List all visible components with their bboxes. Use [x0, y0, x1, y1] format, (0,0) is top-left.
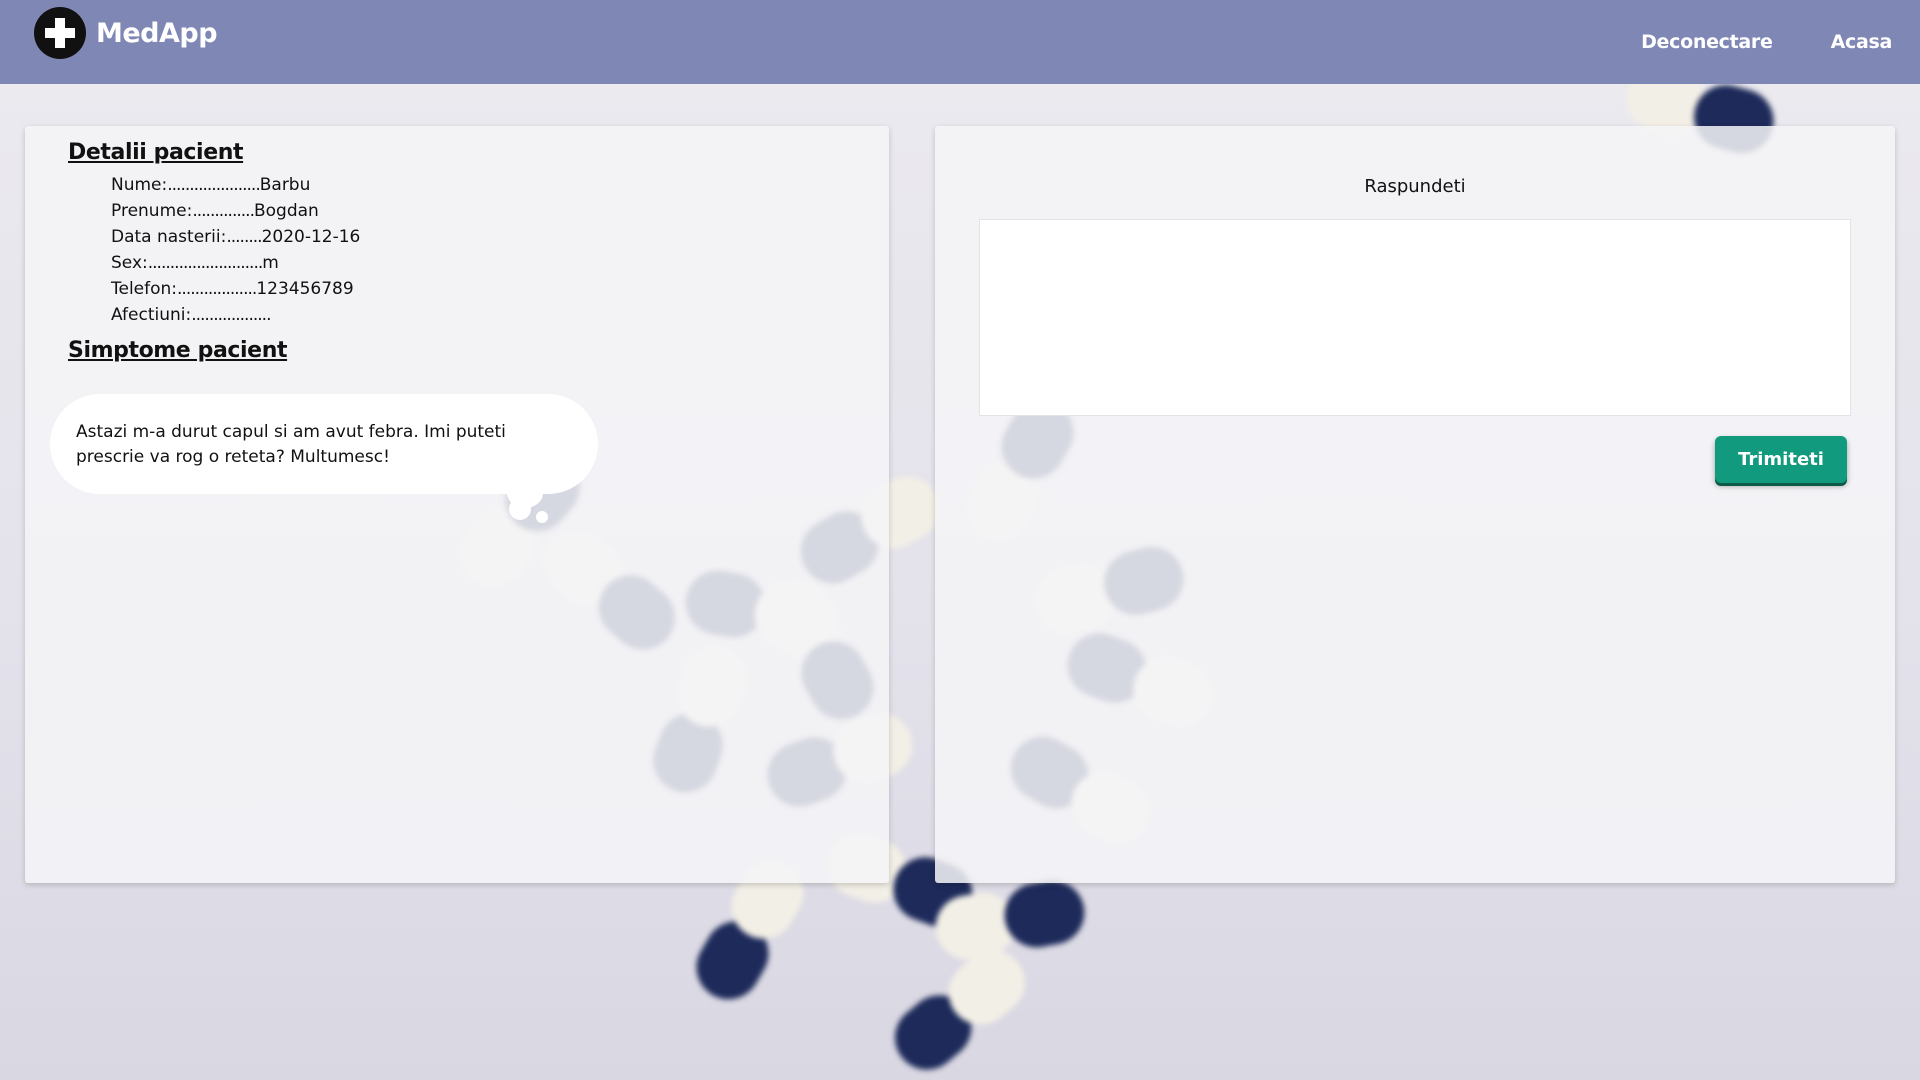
logout-link[interactable]: Deconectare [1641, 31, 1773, 53]
reply-textarea[interactable] [979, 219, 1851, 416]
symptoms-text: Astazi m-a durut capul si am avut febra.… [76, 422, 506, 467]
patient-panel: Detalii pacient Nume:...................… [25, 126, 889, 883]
patient-details-title: Detalii pacient [68, 140, 244, 165]
nav-links: Deconectare Acasa [1641, 31, 1892, 53]
capsule-shape [895, 950, 1025, 1070]
reply-label: Raspundeti [1364, 176, 1466, 197]
detail-value: Bogdan [253, 201, 319, 221]
detail-value: 2020-12-16 [261, 227, 361, 247]
patient-details-list: Nume:.....................Barbu Prenume:… [111, 172, 360, 328]
reply-panel: Raspundeti Trimiteti [935, 126, 1895, 883]
detail-row-birthdate: Data nasterii:........2020-12-16 [111, 227, 361, 247]
patient-symptoms-title: Simptome pacient [68, 338, 288, 363]
bubble-tail-dot [509, 498, 531, 520]
detail-row-sex: Sex:..........................m [111, 253, 279, 273]
brand[interactable]: MedApp [34, 7, 218, 59]
detail-row-surname: Prenume:..............Bogdan [111, 201, 319, 221]
detail-value: 123456789 [256, 279, 354, 299]
home-link[interactable]: Acasa [1831, 31, 1893, 53]
send-button[interactable]: Trimiteti [1715, 436, 1847, 483]
detail-row-phone: Telefon:..................123456789 [111, 279, 354, 299]
top-navbar: MedApp Deconectare Acasa [0, 0, 1920, 84]
detail-value: m [262, 253, 279, 273]
detail-row-conditions: Afectiuni:.................. [111, 305, 271, 325]
bubble-tail-dot [536, 511, 548, 523]
brand-name: MedApp [96, 17, 218, 49]
medical-cross-icon [34, 7, 86, 59]
detail-row-name: Nume:.....................Barbu [111, 175, 311, 195]
detail-value: Barbu [259, 175, 311, 195]
